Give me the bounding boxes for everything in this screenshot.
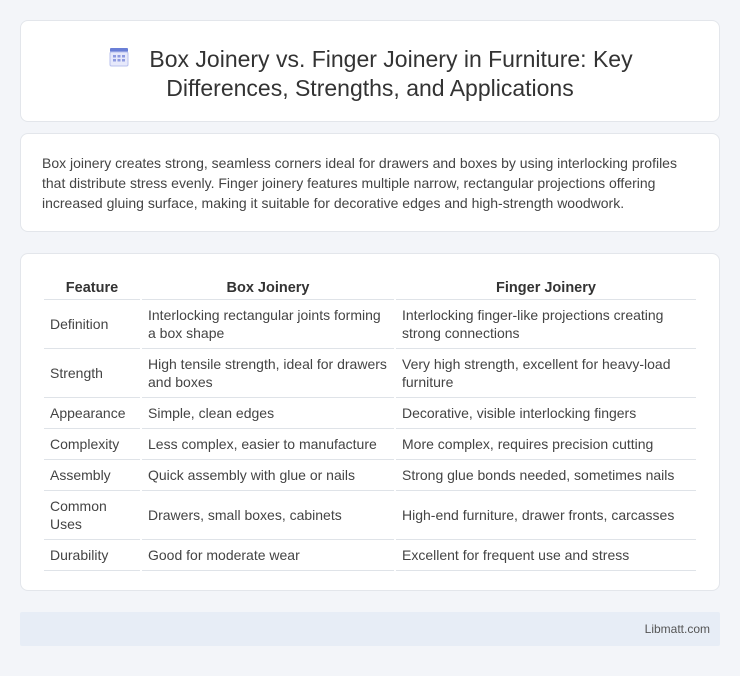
box-joinery-cell: Interlocking rectangular joints forming … xyxy=(142,300,394,349)
feature-cell: Strength xyxy=(44,349,140,398)
header-finger-joinery: Finger Joinery xyxy=(396,274,696,300)
finger-joinery-cell: High-end furniture, drawer fronts, carca… xyxy=(396,491,696,540)
feature-cell: Common Uses xyxy=(44,491,140,540)
feature-cell: Definition xyxy=(44,300,140,349)
table-row: Complexity Less complex, easier to manuf… xyxy=(44,429,696,460)
finger-joinery-cell: Strong glue bonds needed, sometimes nail… xyxy=(396,460,696,491)
calendar-icon xyxy=(109,48,129,67)
intro-card: Box joinery creates strong, seamless cor… xyxy=(20,133,720,232)
finger-joinery-cell: Interlocking finger-like projections cre… xyxy=(396,300,696,349)
page-title: Box Joinery vs. Finger Joinery in Furnit… xyxy=(21,45,719,103)
finger-joinery-cell: More complex, requires precision cutting xyxy=(396,429,696,460)
finger-joinery-cell: Decorative, visible interlocking fingers xyxy=(396,398,696,429)
feature-cell: Assembly xyxy=(44,460,140,491)
table-row: Durability Good for moderate wear Excell… xyxy=(44,540,696,571)
box-joinery-cell: Drawers, small boxes, cabinets xyxy=(142,491,394,540)
comparison-table: Feature Box Joinery Finger Joinery Defin… xyxy=(42,274,698,571)
table-header-row: Feature Box Joinery Finger Joinery xyxy=(44,274,696,300)
comparison-table-card: Feature Box Joinery Finger Joinery Defin… xyxy=(20,253,720,591)
box-joinery-cell: Less complex, easier to manufacture xyxy=(142,429,394,460)
feature-cell: Appearance xyxy=(44,398,140,429)
box-joinery-cell: High tensile strength, ideal for drawers… xyxy=(142,349,394,398)
source-link[interactable]: Libmatt.com xyxy=(645,622,710,636)
table-row: Definition Interlocking rectangular join… xyxy=(44,300,696,349)
title-card: Box Joinery vs. Finger Joinery in Furnit… xyxy=(20,20,720,122)
intro-paragraph: Box joinery creates strong, seamless cor… xyxy=(42,155,677,211)
finger-joinery-cell: Very high strength, excellent for heavy-… xyxy=(396,349,696,398)
finger-joinery-cell: Excellent for frequent use and stress xyxy=(396,540,696,571)
footer-bar: Libmatt.com xyxy=(20,612,720,646)
feature-cell: Durability xyxy=(44,540,140,571)
title-line-2: Differences, Strengths, and Applications xyxy=(166,75,574,101)
box-joinery-cell: Good for moderate wear xyxy=(142,540,394,571)
table-row: Common Uses Drawers, small boxes, cabine… xyxy=(44,491,696,540)
feature-cell: Complexity xyxy=(44,429,140,460)
table-row: Assembly Quick assembly with glue or nai… xyxy=(44,460,696,491)
header-box-joinery: Box Joinery xyxy=(142,274,394,300)
table-row: Strength High tensile strength, ideal fo… xyxy=(44,349,696,398)
box-joinery-cell: Simple, clean edges xyxy=(142,398,394,429)
box-joinery-cell: Quick assembly with glue or nails xyxy=(142,460,394,491)
header-feature: Feature xyxy=(44,274,140,300)
table-row: Appearance Simple, clean edges Decorativ… xyxy=(44,398,696,429)
title-line-1: Box Joinery vs. Finger Joinery in Furnit… xyxy=(149,46,633,72)
